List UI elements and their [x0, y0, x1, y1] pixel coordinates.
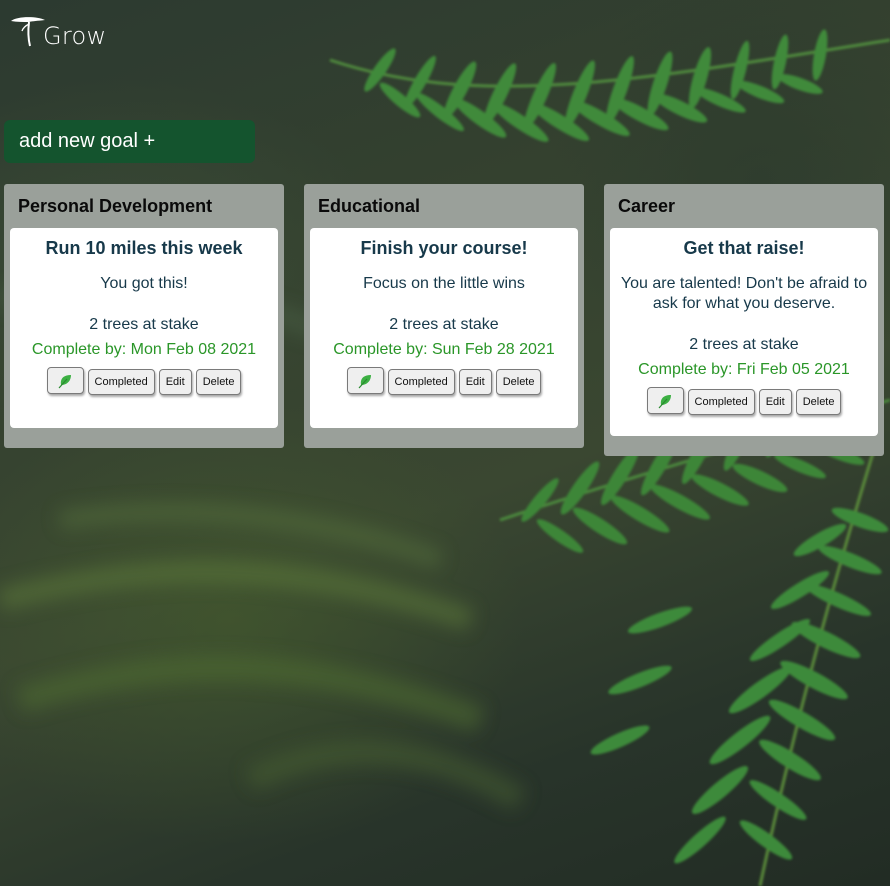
goal-card: Get that raise! You are talented! Don't … [610, 228, 878, 436]
goal-stake: 2 trees at stake [389, 316, 499, 333]
goal-stake: 2 trees at stake [689, 336, 799, 353]
goal-message: You got this! [100, 275, 188, 292]
column-title: Career [618, 196, 676, 216]
completed-button[interactable]: Completed [687, 389, 755, 415]
goal-due-date: Complete by: Sun Feb 28 2021 [333, 341, 555, 358]
goal-column-career: Career Get that raise! You are talented!… [604, 184, 884, 456]
goal-title: Finish your course! [360, 238, 528, 258]
delete-button[interactable]: Delete [495, 369, 542, 395]
delete-button[interactable]: Delete [195, 369, 242, 395]
goal-stake: 2 trees at stake [89, 316, 199, 333]
app-title: Grow [43, 22, 107, 50]
goal-column-personal-development: Personal Development Run 10 miles this w… [4, 184, 284, 448]
edit-button[interactable]: Edit [458, 369, 492, 395]
leaf-icon [658, 394, 672, 408]
tree-icon [11, 17, 45, 47]
goal-actions: Completed Edit Delete [320, 367, 568, 395]
leaf-button[interactable] [346, 367, 384, 394]
goal-actions: Completed Edit Delete [20, 367, 268, 395]
leaf-icon [358, 374, 372, 388]
column-title: Personal Development [18, 196, 213, 216]
goal-due-date: Complete by: Mon Feb 08 2021 [31, 341, 257, 358]
app-logo[interactable]: Grow [9, 12, 107, 50]
goal-message: You are talented! Don't be afraid to ask… [620, 275, 868, 312]
leaf-button[interactable] [46, 367, 84, 394]
leaf-button[interactable] [646, 387, 684, 414]
goal-due-date: Complete by: Fri Feb 05 2021 [638, 361, 850, 378]
goal-card: Run 10 miles this week You got this! 2 t… [10, 228, 278, 428]
column-title: Educational [318, 196, 421, 216]
leaf-icon [58, 374, 72, 388]
completed-button[interactable]: Completed [387, 369, 455, 395]
completed-button[interactable]: Completed [87, 369, 155, 395]
delete-button[interactable]: Delete [795, 389, 842, 415]
goal-column-educational: Educational Finish your course! Focus on… [304, 184, 584, 448]
goal-actions: Completed Edit Delete [620, 387, 868, 415]
edit-button[interactable]: Edit [158, 369, 192, 395]
goal-card: Finish your course! Focus on the little … [310, 228, 578, 428]
goal-title: Run 10 miles this week [45, 238, 243, 258]
goal-message: Focus on the little wins [363, 275, 525, 292]
add-new-goal-button[interactable]: add new goal + [4, 120, 255, 163]
edit-button[interactable]: Edit [758, 389, 792, 415]
goal-title: Get that raise! [683, 238, 805, 258]
